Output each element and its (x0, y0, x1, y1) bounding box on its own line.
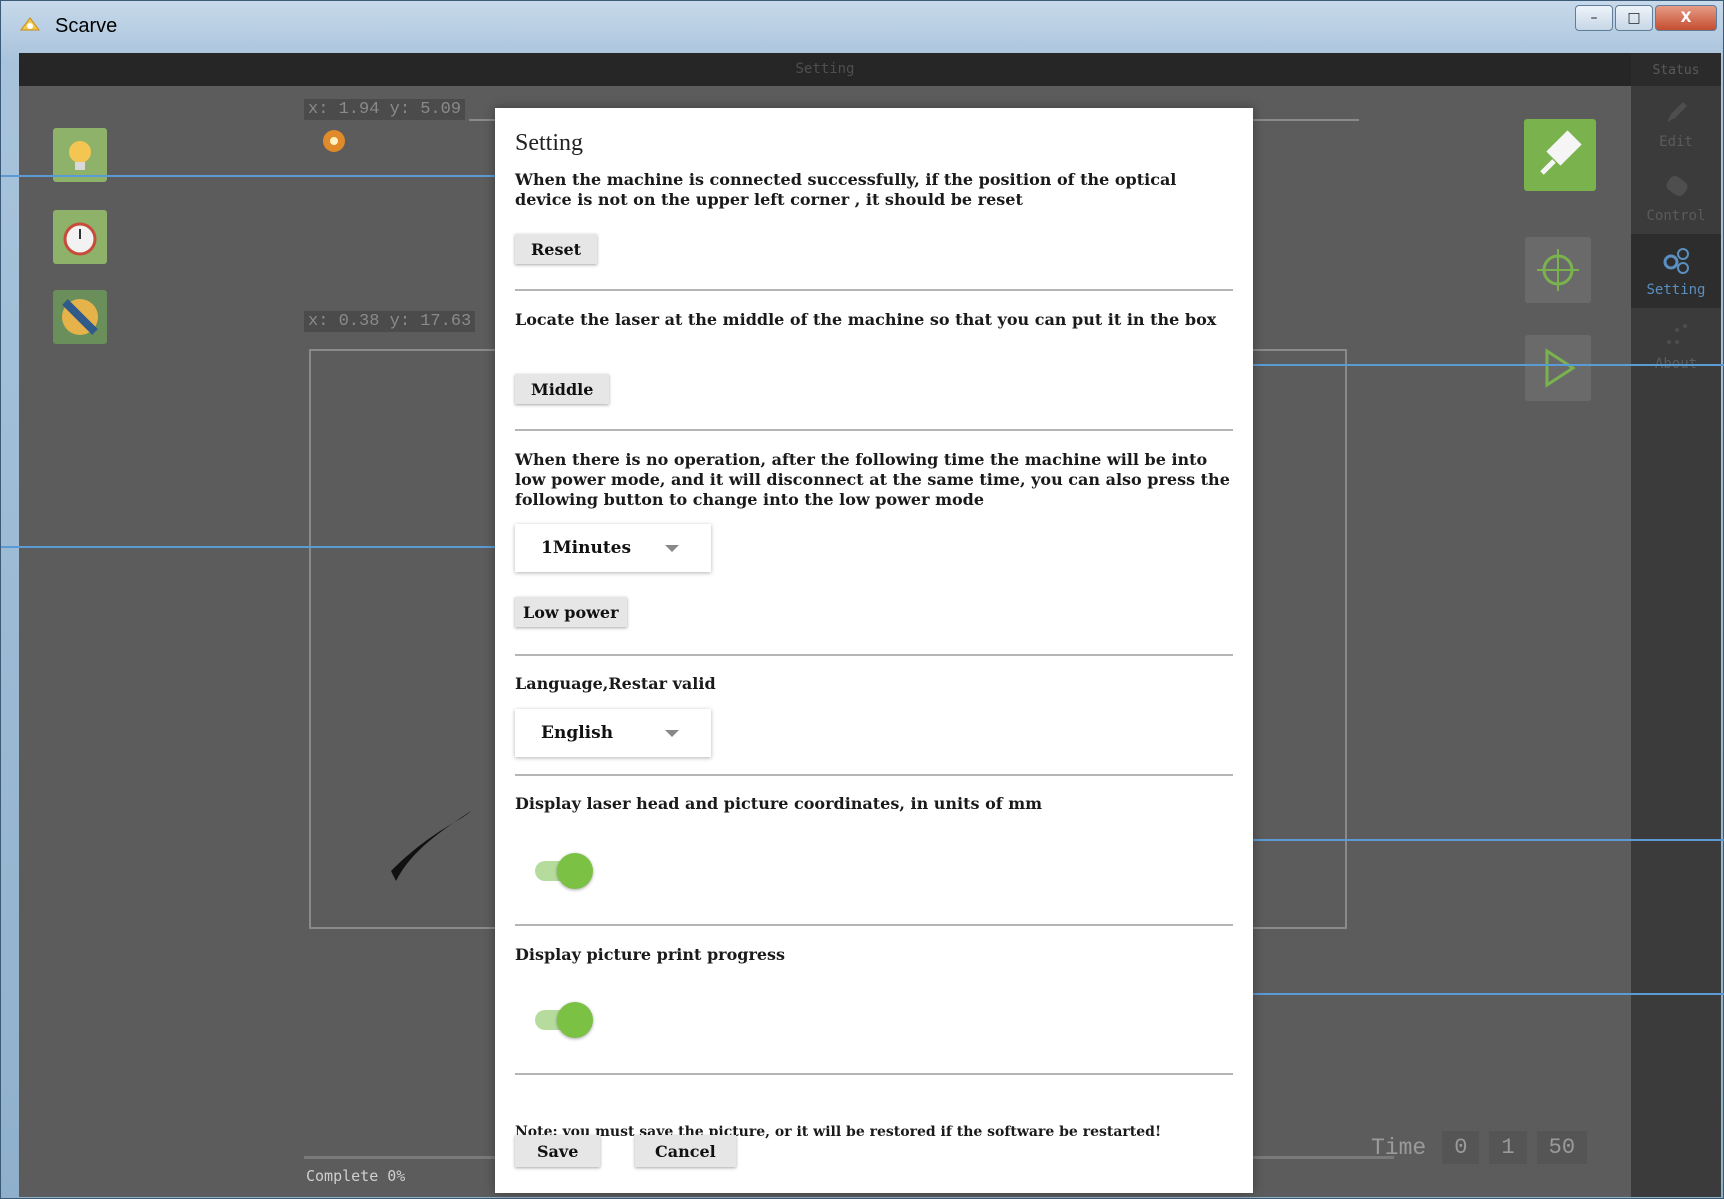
sidebar-item-control[interactable]: Control (1631, 160, 1721, 234)
light-tool-button[interactable] (53, 128, 107, 182)
fan-tool-button[interactable] (53, 290, 107, 344)
language-description: Language,Restar valid (515, 674, 716, 693)
chevron-down-icon (665, 545, 679, 552)
connect-button[interactable] (1524, 119, 1596, 191)
dots-icon (1667, 324, 1687, 344)
reset-button[interactable]: Reset (515, 234, 598, 264)
cancel-button[interactable]: Cancel (635, 1135, 736, 1167)
minimize-button[interactable]: – (1575, 5, 1613, 31)
crosshair-icon (1537, 249, 1579, 291)
maximize-button[interactable]: □ (1615, 5, 1653, 31)
divider (515, 1073, 1233, 1075)
divider (515, 774, 1233, 776)
toggle-knob (557, 853, 593, 889)
middle-description: Locate the laser at the middle of the ma… (515, 310, 1217, 329)
fan-icon (62, 299, 98, 335)
time-hours: 0 (1442, 1131, 1480, 1164)
sidebar-item-about[interactable]: About (1631, 308, 1721, 382)
top-bar: Setting (19, 53, 1631, 86)
status-sidebar: Status Edit Control Setting About (1631, 53, 1721, 1197)
callout-line (1241, 364, 1724, 366)
time-label: Time (1371, 1134, 1427, 1161)
sidebar-item-setting[interactable]: Setting (1631, 234, 1721, 308)
pen-icon (1667, 102, 1687, 122)
app-logo-icon (20, 17, 40, 31)
stopwatch-icon (63, 222, 97, 256)
low-power-button[interactable]: Low power (515, 597, 627, 627)
divider (515, 654, 1233, 656)
usb-plug-icon (1540, 130, 1582, 175)
callout-line (1241, 839, 1724, 841)
low-power-description: When there is no operation, after the fo… (515, 450, 1230, 509)
low-power-time-select[interactable]: 1Minutes (515, 524, 711, 572)
callout-line (1, 546, 509, 548)
window-title: Scarve (55, 15, 118, 37)
sidebar-item-edit[interactable]: Edit (1631, 86, 1721, 160)
sidebar-item-label: Setting (1646, 282, 1706, 298)
time-seconds: 50 (1536, 1131, 1588, 1164)
laser-head-marker-icon (323, 130, 345, 152)
gears-icon (1663, 248, 1689, 274)
app-window: Scarve – □ X Setting Status Edit Control (0, 0, 1724, 1199)
divider (515, 289, 1233, 291)
sidebar-item-label: Edit (1659, 134, 1693, 150)
divider (515, 429, 1233, 431)
coords-toggle-description: Display laser head and picture coordinat… (515, 794, 1043, 813)
save-note: Note: you must save the picture, or it w… (515, 1124, 1162, 1140)
time-minutes: 1 (1489, 1131, 1527, 1164)
toggle-knob (557, 1002, 593, 1038)
locate-button[interactable] (1525, 237, 1591, 303)
title-bar: Scarve – □ X (1, 1, 1723, 53)
callout-line (1, 175, 513, 177)
sidebar-item-label: Control (1646, 208, 1706, 224)
dialog-title: Setting (515, 130, 584, 156)
picture-coordinate-readout: x: 0.38 y: 17.63 (304, 311, 476, 332)
window-controls: – □ X (1575, 5, 1723, 31)
chevron-down-icon (665, 730, 679, 737)
coords-toggle[interactable] (535, 852, 597, 889)
play-icon (1545, 348, 1576, 388)
save-button[interactable]: Save (515, 1135, 601, 1167)
progress-toggle[interactable] (535, 1001, 597, 1038)
top-bar-title: Setting (795, 61, 855, 77)
language-select[interactable]: English (515, 709, 711, 757)
reset-description: When the machine is connected successful… (515, 170, 1177, 209)
time-display: Time 0 1 50 (1371, 1131, 1588, 1164)
middle-button[interactable]: Middle (515, 374, 610, 404)
setting-dialog: Setting When the machine is connected su… (495, 108, 1253, 1193)
laser-coordinate-readout: x: 1.94 y: 5.09 (304, 99, 466, 120)
low-power-time-value: 1Minutes (541, 538, 632, 558)
timer-tool-button[interactable] (53, 210, 107, 264)
start-button[interactable] (1525, 335, 1591, 401)
divider (515, 924, 1233, 926)
callout-line (1241, 993, 1724, 995)
progress-toggle-description: Display picture print progress (515, 945, 786, 964)
gamepad-icon (1666, 176, 1688, 196)
status-sidebar-header: Status (1631, 53, 1721, 86)
light-bulb-icon (69, 141, 91, 170)
language-value: English (541, 723, 614, 743)
close-button[interactable]: X (1655, 5, 1717, 31)
complete-progress: Complete 0% (306, 1167, 406, 1185)
